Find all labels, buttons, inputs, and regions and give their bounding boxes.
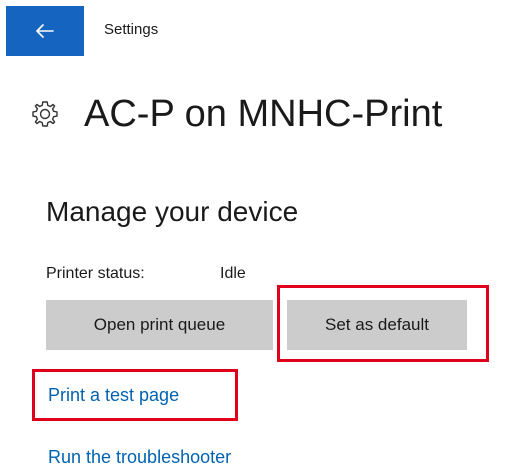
back-button[interactable]	[6, 6, 84, 56]
back-arrow-icon	[36, 24, 54, 38]
section-title: Manage your device	[46, 196, 299, 227]
gear-icon	[32, 101, 58, 127]
open-print-queue-button[interactable]: Open print queue	[46, 300, 273, 350]
page-title: AC-P on MNHC-Print	[84, 93, 443, 135]
print-test-page-link[interactable]: Print a test page	[48, 384, 179, 406]
run-troubleshooter-link[interactable]: Run the troubleshooter	[48, 446, 231, 468]
settings-page: Settings AC-P on MNHC-Print Manage your …	[0, 0, 512, 470]
window-title: Settings	[104, 21, 159, 38]
set-as-default-button[interactable]: Set as default	[287, 300, 467, 350]
printer-status-value: Idle	[220, 265, 246, 282]
printer-status-label: Printer status:	[46, 265, 145, 282]
